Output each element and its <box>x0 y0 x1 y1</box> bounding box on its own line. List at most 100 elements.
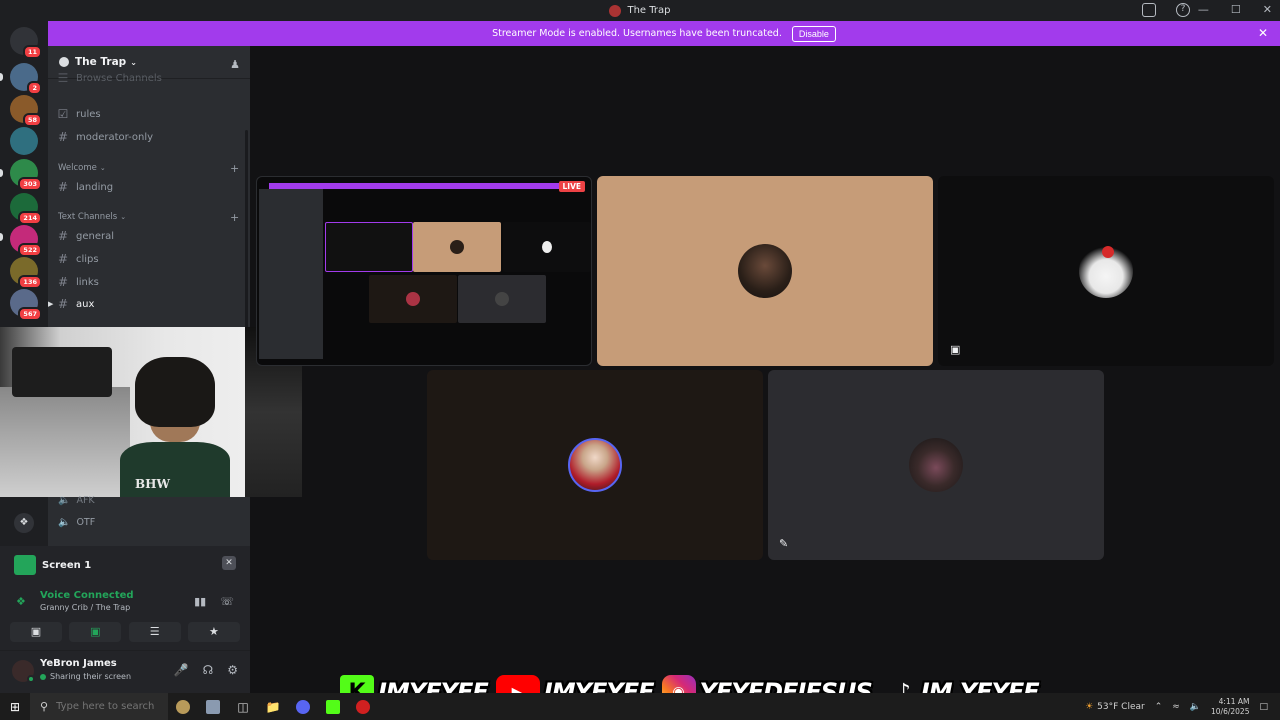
preview-tile <box>413 222 501 272</box>
category-label: Text Channels <box>58 212 118 222</box>
sidebar-scrollbar[interactable] <box>245 130 248 330</box>
microphone-icon[interactable]: 🎤 <box>174 663 189 677</box>
home-server-icon[interactable]: 11 <box>10 27 42 59</box>
channel-aux[interactable]: # aux <box>56 294 242 314</box>
participant-avatar <box>568 438 622 492</box>
windows-start-icon[interactable]: ⊞ <box>0 700 30 714</box>
server-icon[interactable]: 136 <box>10 257 42 289</box>
browse-channels-item[interactable]: ☰ Browse Channels <box>56 68 242 88</box>
wifi-icon[interactable]: ≈ <box>1172 702 1180 712</box>
streamer-mode-banner: Streamer Mode is enabled. Usernames have… <box>48 21 1280 46</box>
preview-tile <box>369 275 457 323</box>
close-banner-icon[interactable]: ✕ <box>1258 26 1268 40</box>
channel-clips[interactable]: # clips <box>56 249 242 269</box>
headphones-icon[interactable]: ☊ <box>203 663 214 677</box>
disable-streamer-mode-button[interactable]: Disable <box>791 25 836 42</box>
user-controls: 🎤 ☊ ⚙ <box>174 663 238 677</box>
chevron-down-icon: ⌄ <box>130 57 137 67</box>
channel-landing[interactable]: # landing <box>56 177 242 197</box>
server-icon[interactable]: 303 <box>10 159 42 191</box>
stop-stream-icon[interactable]: ✕ <box>222 556 236 570</box>
volume-icon[interactable]: 🔈 <box>1190 702 1201 712</box>
search-input[interactable] <box>56 701 157 712</box>
notifications-icon[interactable]: □ <box>1259 702 1268 712</box>
task-view-icon[interactable]: ◫ <box>228 700 258 714</box>
screen-share-icon <box>14 555 36 575</box>
hash-icon: # <box>57 130 69 144</box>
widget-icon[interactable] <box>176 699 190 714</box>
clock[interactable]: 4:11 AM 10/6/2025 <box>1211 697 1249 717</box>
server-badge: 214 <box>18 211 42 225</box>
participant-avatar <box>909 438 963 492</box>
participant-tile[interactable] <box>768 370 1104 560</box>
disconnect-icon[interactable]: ☏ <box>220 595 234 608</box>
add-channel-icon[interactable]: + <box>230 162 239 175</box>
server-badge: 11 <box>22 45 42 59</box>
file-explorer-icon[interactable]: 📁 <box>258 700 288 714</box>
server-icon[interactable]: 214 <box>10 193 42 225</box>
weather-widget[interactable]: ☀ 53°F Clear <box>1085 702 1145 712</box>
voice-channel-otf[interactable]: 🔈 OTF <box>58 517 95 528</box>
windows-taskbar: ⊞ ⚲ ◫ 📁 ☀53°F Clear ⌃ ≈ 🔈 4:11 AM 10/6/2… <box>0 693 1280 720</box>
preview-tile <box>458 275 546 323</box>
discover-icon[interactable]: ❖ <box>14 513 34 533</box>
category-welcome[interactable]: Welcome ⌄ + <box>58 162 239 175</box>
camera-off-icon[interactable]: ▣ <box>10 622 62 642</box>
preview-avatar <box>495 292 509 306</box>
settings-gear-icon[interactable]: ⚙ <box>227 663 238 677</box>
username[interactable]: YeBron James <box>40 658 117 669</box>
taskbar-search[interactable]: ⚲ <box>30 693 168 720</box>
live-badge: LIVE <box>558 181 585 192</box>
unread-indicator <box>0 169 3 177</box>
discord-taskbar-icon[interactable] <box>296 699 310 714</box>
chevron-up-icon[interactable]: ⌃ <box>1155 702 1163 712</box>
participant-tile[interactable] <box>427 370 763 560</box>
screen-share-label: Screen 1 <box>42 559 92 571</box>
signal-icon[interactable]: ❖ <box>16 595 26 608</box>
channel-label: moderator-only <box>76 131 154 143</box>
channel-label: clips <box>76 253 99 265</box>
server-badge: 303 <box>18 177 42 191</box>
app-icon[interactable] <box>206 699 220 714</box>
channel-label: links <box>76 276 99 288</box>
server-icon[interactable]: 567 <box>10 289 42 321</box>
channel-rules[interactable]: ☑ rules <box>56 104 242 124</box>
minimize-icon[interactable]: — <box>1198 3 1209 16</box>
weather-text: 53°F Clear <box>1097 701 1145 712</box>
server-icon[interactable]: 522 <box>10 225 42 257</box>
server-badge: 567 <box>18 307 42 321</box>
speaker-icon: 🔈 <box>58 495 71 506</box>
inbox-icon[interactable] <box>1142 3 1156 17</box>
voice-channel-afk[interactable]: 🔈 AFK <box>58 495 95 506</box>
voice-channel-label: AFK <box>76 495 95 506</box>
screen-share-tile[interactable]: LIVE <box>256 176 592 366</box>
server-badge: 58 <box>22 113 42 127</box>
channel-label: Browse Channels <box>76 72 162 84</box>
server-icon[interactable]: 2 <box>10 63 42 95</box>
channel-links[interactable]: # links <box>56 272 242 292</box>
close-window-icon[interactable]: ✕ <box>1263 3 1272 16</box>
screen-share-icon[interactable]: ▣ <box>69 622 122 642</box>
channel-moderator-only[interactable]: # moderator-only <box>56 127 242 147</box>
category-text-channels[interactable]: Text Channels ⌄ + <box>58 211 239 224</box>
app-icon[interactable] <box>356 699 370 714</box>
help-icon[interactable]: ? <box>1176 3 1190 17</box>
server-icon[interactable] <box>10 127 38 155</box>
participant-tile[interactable] <box>938 176 1274 366</box>
preview-avatar <box>542 241 552 253</box>
server-icon[interactable]: 58 <box>10 95 42 127</box>
noise-suppression-icon[interactable]: ▮▮ <box>194 595 206 608</box>
voice-status[interactable]: Voice Connected <box>40 590 134 601</box>
avatar-hat <box>1102 246 1114 258</box>
add-channel-icon[interactable]: + <box>230 211 239 224</box>
activities-icon[interactable]: ☰ <box>128 622 181 642</box>
user-panel: YeBron James Sharing their screen 🎤 ☊ ⚙ <box>0 650 250 693</box>
participant-tile[interactable] <box>597 176 933 366</box>
maximize-icon[interactable]: ☐ <box>1231 3 1241 16</box>
channel-general[interactable]: # general <box>56 226 242 246</box>
soundboard-icon[interactable]: ★ <box>187 622 240 642</box>
channel-label: rules <box>76 108 101 120</box>
obs-icon[interactable] <box>326 699 340 714</box>
hash-icon: # <box>57 275 69 289</box>
bed <box>0 387 130 497</box>
